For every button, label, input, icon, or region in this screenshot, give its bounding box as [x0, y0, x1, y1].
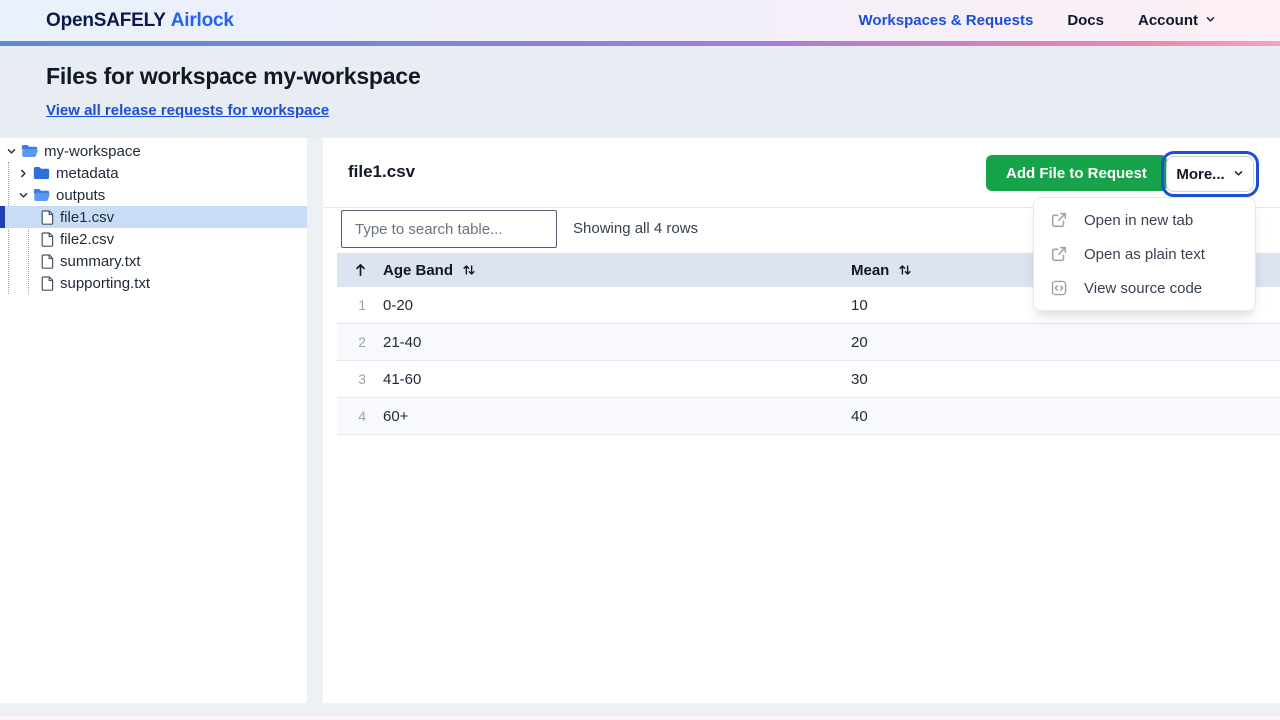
file-icon [41, 232, 54, 247]
page-title: Files for workspace my-workspace [46, 63, 1234, 90]
row-index: 3 [337, 371, 383, 387]
tree-item-label: outputs [56, 187, 105, 204]
view-release-requests-link[interactable]: View all release requests for workspace [46, 102, 329, 119]
tree-item-label: summary.txt [60, 253, 141, 270]
index-column-header[interactable] [337, 263, 383, 277]
page-banner: Files for workspace my-workspace View al… [0, 46, 1280, 138]
sort-both-icon[interactable] [462, 263, 476, 277]
nav-docs[interactable]: Docs [1067, 12, 1104, 29]
code-icon [1050, 279, 1068, 297]
app-logo[interactable]: OpenSAFELYAirlock [46, 10, 234, 32]
cell-mean: 20 [851, 334, 1280, 351]
table-row: 460+40 [337, 398, 1280, 435]
more-dropdown-menu: Open in new tab Open as plain text View so… [1033, 197, 1256, 311]
file-icon [41, 210, 54, 225]
file-tree-sidebar: my-workspace metadata outputs file1.csv file… [0, 138, 307, 703]
nav-workspaces-requests[interactable]: Workspaces & Requests [859, 12, 1034, 29]
tree-item-file2-csv[interactable]: file2.csv [0, 228, 307, 250]
chevron-down-icon[interactable] [4, 146, 19, 157]
file-icon [41, 254, 54, 269]
tree-item-outputs[interactable]: outputs [0, 184, 307, 206]
table-row: 341-6030 [337, 361, 1280, 398]
cell-mean: 30 [851, 371, 1280, 388]
file-title: file1.csv [348, 162, 415, 182]
cell-age-band: 60+ [383, 408, 851, 425]
cell-age-band: 41-60 [383, 371, 851, 388]
tree-item-metadata[interactable]: metadata [0, 162, 307, 184]
cell-age-band: 21-40 [383, 334, 851, 351]
cell-age-band: 0-20 [383, 297, 851, 314]
add-file-to-request-button[interactable]: Add File to Request [986, 155, 1167, 191]
folder-open-icon [33, 188, 50, 202]
menu-item-label: Open as plain text [1084, 246, 1205, 263]
menu-item-view-source-code[interactable]: View source code [1034, 271, 1255, 305]
logo-primary: OpenSAFELY [46, 10, 166, 31]
folder-open-icon [21, 144, 38, 158]
menu-item-label: Open in new tab [1084, 212, 1193, 229]
nav-account[interactable]: Account [1138, 12, 1216, 29]
external-link-icon [1050, 211, 1068, 229]
tree-item-file1-csv[interactable]: file1.csv [0, 206, 307, 228]
file-icon [41, 276, 54, 291]
app-header: OpenSAFELYAirlock Workspaces & Requests … [0, 0, 1280, 41]
tree-item-my-workspace[interactable]: my-workspace [0, 140, 307, 162]
sort-both-icon[interactable] [898, 263, 912, 277]
row-index: 4 [337, 408, 383, 424]
row-index: 1 [337, 297, 383, 313]
bottom-strip [0, 716, 1280, 720]
chevron-right-icon[interactable] [16, 168, 31, 179]
sort-ascending-icon[interactable] [354, 263, 367, 277]
table-row: 221-4020 [337, 324, 1280, 361]
search-input[interactable] [341, 210, 557, 248]
tree-item-label: metadata [56, 165, 119, 182]
menu-item-open-in-new-tab[interactable]: Open in new tab [1034, 203, 1255, 237]
chevron-down-icon [1205, 12, 1216, 29]
tree-item-label: file2.csv [60, 231, 114, 248]
cell-mean: 40 [851, 408, 1280, 425]
tree-item-label: file1.csv [60, 209, 114, 226]
chevron-down-icon [1233, 166, 1244, 183]
row-index: 2 [337, 334, 383, 350]
tree-item-label: my-workspace [44, 143, 141, 160]
chevron-down-icon[interactable] [16, 190, 31, 201]
menu-item-open-as-plain-text[interactable]: Open as plain text [1034, 237, 1255, 271]
menu-item-label: View source code [1084, 280, 1202, 297]
rows-status: Showing all 4 rows [573, 208, 698, 250]
tree-item-supporting-txt[interactable]: supporting.txt [0, 272, 307, 294]
tree-item-summary-txt[interactable]: summary.txt [0, 250, 307, 272]
header-gradient-bar [0, 41, 1280, 46]
file-tree: my-workspace metadata outputs file1.csv file… [0, 140, 307, 294]
folder-closed-icon [33, 166, 50, 180]
logo-secondary: Airlock [171, 10, 234, 31]
tree-item-label: supporting.txt [60, 275, 150, 292]
more-button[interactable]: More... [1166, 156, 1254, 192]
top-nav: Workspaces & Requests Docs Account [859, 12, 1216, 29]
column-header-age-band[interactable]: Age Band [383, 262, 851, 279]
external-link-icon [1050, 245, 1068, 263]
